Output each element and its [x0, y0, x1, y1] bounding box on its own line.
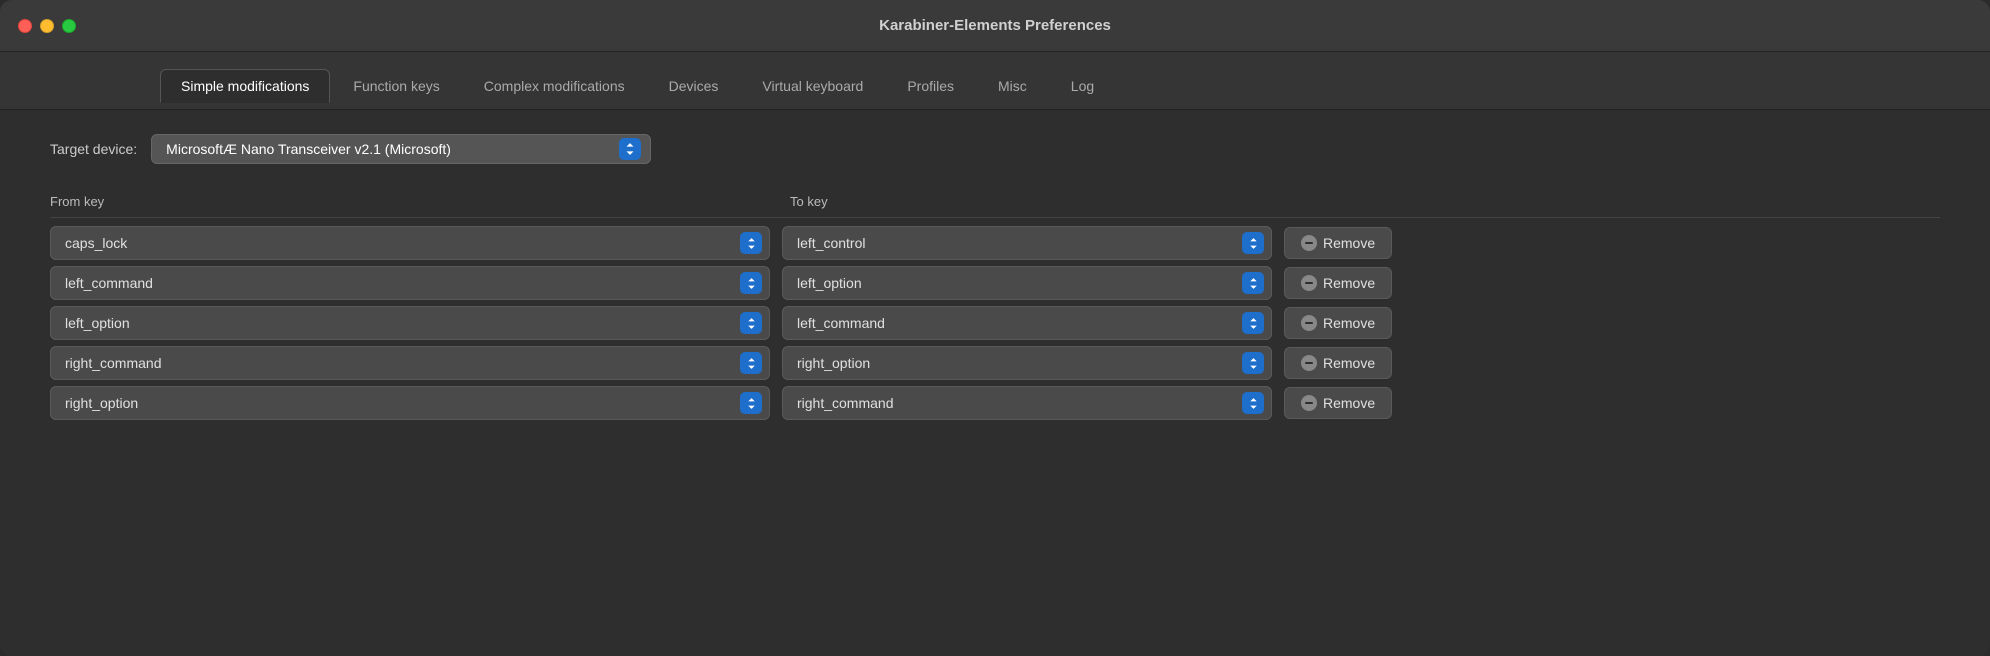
to-select-wrapper-3: right_option: [782, 346, 1272, 380]
to-key-select-1[interactable]: left_option: [782, 266, 1272, 300]
from-select-wrapper-3: right_command: [50, 346, 770, 380]
remove-label-2: Remove: [1323, 315, 1375, 331]
from-key-select-4[interactable]: right_option: [50, 386, 770, 420]
to-key-header: To key: [790, 194, 1940, 209]
table-row: left_option left_command: [50, 306, 1940, 340]
tab-devices[interactable]: Devices: [648, 69, 740, 103]
target-device-row: Target device: MicrosoftÆ Nano Transceiv…: [50, 130, 1940, 172]
remove-label-4: Remove: [1323, 395, 1375, 411]
to-key-select-0[interactable]: left_control: [782, 226, 1272, 260]
from-key-select-2[interactable]: left_option: [50, 306, 770, 340]
from-select-wrapper-0: caps_lock: [50, 226, 770, 260]
close-button[interactable]: [18, 19, 32, 33]
table-row: left_command left_option: [50, 266, 1940, 300]
mapping-rows: caps_lock left_control: [50, 226, 1940, 420]
to-key-select-3[interactable]: right_option: [782, 346, 1272, 380]
from-select-wrapper-4: right_option: [50, 386, 770, 420]
tab-function-keys[interactable]: Function keys: [332, 69, 460, 103]
from-key-header: From key: [50, 194, 790, 209]
from-key-select-1[interactable]: left_command: [50, 266, 770, 300]
target-device-label: Target device:: [50, 141, 137, 157]
remove-label-0: Remove: [1323, 235, 1375, 251]
from-select-wrapper-1: left_command: [50, 266, 770, 300]
remove-icon-0: [1301, 235, 1317, 251]
tab-virtual-keyboard[interactable]: Virtual keyboard: [741, 69, 884, 103]
table-header: From key To key: [50, 188, 1940, 218]
to-select-wrapper-2: left_command: [782, 306, 1272, 340]
remove-button-3[interactable]: Remove: [1284, 347, 1392, 379]
remove-button-1[interactable]: Remove: [1284, 267, 1392, 299]
tab-misc[interactable]: Misc: [977, 69, 1048, 103]
maximize-button[interactable]: [62, 19, 76, 33]
device-select[interactable]: MicrosoftÆ Nano Transceiver v2.1 (Micros…: [151, 134, 651, 164]
traffic-lights: [18, 19, 76, 33]
remove-icon-4: [1301, 395, 1317, 411]
remove-label-3: Remove: [1323, 355, 1375, 371]
remove-button-2[interactable]: Remove: [1284, 307, 1392, 339]
remove-label-1: Remove: [1323, 275, 1375, 291]
tab-complex-modifications[interactable]: Complex modifications: [463, 69, 646, 103]
to-select-wrapper-0: left_control: [782, 226, 1272, 260]
window-title: Karabiner-Elements Preferences: [879, 17, 1111, 34]
to-select-wrapper-1: left_option: [782, 266, 1272, 300]
remove-icon-1: [1301, 275, 1317, 291]
mapping-table: From key To key caps_lock: [50, 188, 1940, 636]
table-row: right_command right_option: [50, 346, 1940, 380]
minimize-button[interactable]: [40, 19, 54, 33]
remove-icon-3: [1301, 355, 1317, 371]
tab-log[interactable]: Log: [1050, 69, 1115, 103]
from-key-select-0[interactable]: caps_lock: [50, 226, 770, 260]
from-select-wrapper-2: left_option: [50, 306, 770, 340]
tab-profiles[interactable]: Profiles: [886, 69, 975, 103]
to-key-select-4[interactable]: right_command: [782, 386, 1272, 420]
tab-bar: Simple modifications Function keys Compl…: [0, 52, 1990, 110]
device-select-wrapper: MicrosoftÆ Nano Transceiver v2.1 (Micros…: [151, 134, 651, 164]
titlebar: Karabiner-Elements Preferences: [0, 0, 1990, 52]
to-select-wrapper-4: right_command: [782, 386, 1272, 420]
remove-button-4[interactable]: Remove: [1284, 387, 1392, 419]
tab-simple-modifications[interactable]: Simple modifications: [160, 69, 330, 103]
main-content: Target device: MicrosoftÆ Nano Transceiv…: [0, 110, 1990, 656]
table-row: caps_lock left_control: [50, 226, 1940, 260]
remove-button-0[interactable]: Remove: [1284, 227, 1392, 259]
to-key-select-2[interactable]: left_command: [782, 306, 1272, 340]
main-window: Karabiner-Elements Preferences Simple mo…: [0, 0, 1990, 656]
from-key-select-3[interactable]: right_command: [50, 346, 770, 380]
table-row: right_option right_command: [50, 386, 1940, 420]
remove-icon-2: [1301, 315, 1317, 331]
